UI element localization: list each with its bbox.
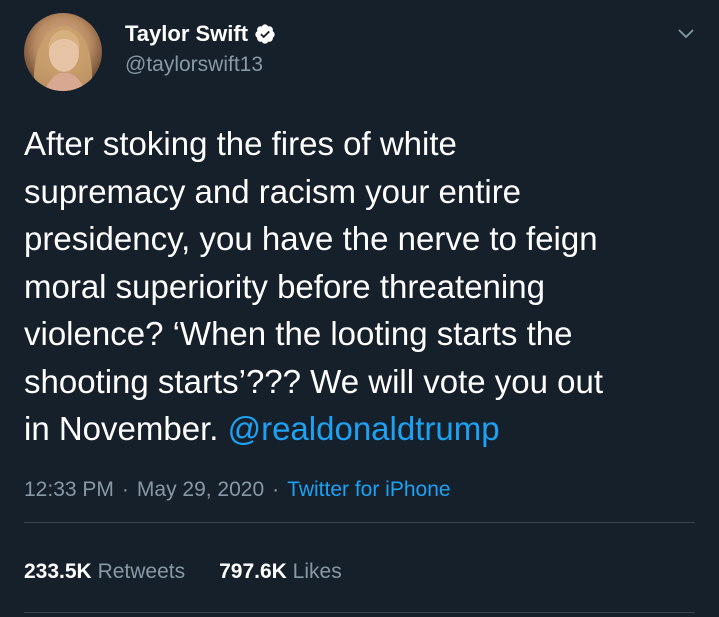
likes-stat[interactable]: 797.6K Likes [219,560,342,584]
retweets-stat[interactable]: 233.5K Retweets [24,560,185,584]
tweet-time[interactable]: 12:33 PM [24,478,114,502]
author-handle[interactable]: @taylorswift13 [125,53,263,77]
meta-separator: · [272,478,280,501]
verified-badge-icon [255,24,275,44]
likes-label: Likes [292,560,342,583]
meta-separator: · [121,478,129,501]
chevron-down-icon[interactable] [676,23,696,43]
author-name[interactable]: Taylor Swift [125,21,248,47]
avatar[interactable] [24,13,102,91]
tweet-stats: 233.5K Retweets 797.6K Likes [24,560,342,584]
retweets-label: Retweets [97,560,186,583]
divider [24,612,695,613]
divider [24,522,695,523]
tweet-source-link[interactable]: Twitter for iPhone [287,478,450,502]
retweets-count: 233.5K [24,560,92,583]
tweet-header: Taylor Swift @taylorswift13 [24,13,704,93]
tweet-date[interactable]: May 29, 2020 [137,478,264,502]
mention-link[interactable]: @realdonaldtrump [228,410,500,447]
tweet-text: After stoking the fires of white suprema… [24,120,704,453]
tweet-body: After stoking the fires of white suprema… [24,125,604,447]
likes-count: 797.6K [219,560,287,583]
tweet-meta: 12:33 PM · May 29, 2020 · Twitter for iP… [24,478,451,502]
author-name-row[interactable]: Taylor Swift [125,21,276,47]
